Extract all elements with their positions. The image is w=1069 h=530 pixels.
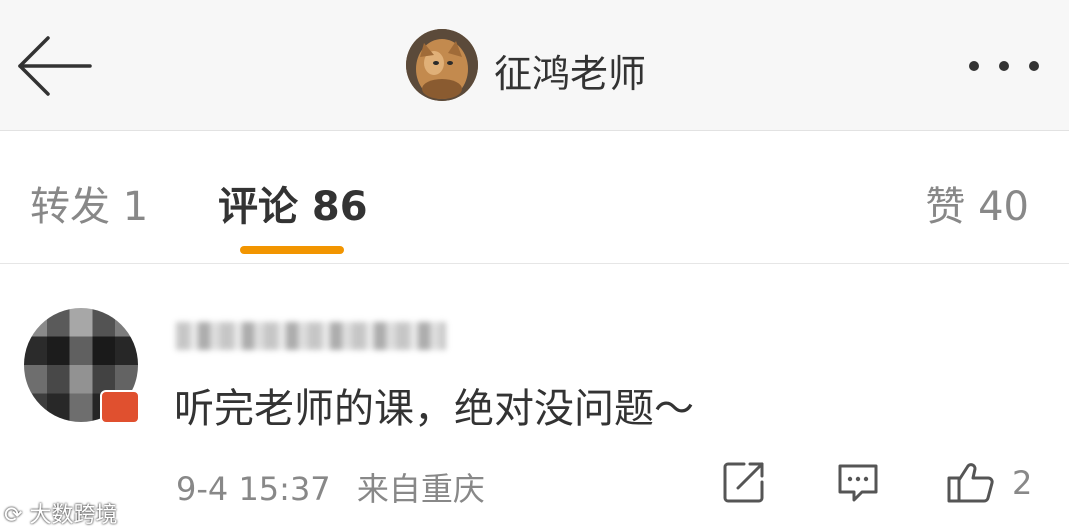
thumbs-up-icon — [947, 463, 994, 503]
active-tab-indicator — [240, 246, 344, 254]
share-edit-icon — [723, 462, 764, 503]
share-button[interactable] — [722, 460, 766, 508]
comment-meta: 9-4 15:37 来自重庆 — [176, 464, 501, 510]
comment-text: 听完老师的课，绝对没问题～ — [174, 386, 694, 432]
tab-reposts[interactable]: 转发 1 — [30, 174, 148, 232]
tab-comments[interactable]: 评论 86 — [218, 174, 368, 232]
comment-date: 9-4 15:37 — [176, 470, 331, 508]
comment-source: 来自重庆 — [356, 470, 485, 508]
more-options-button[interactable] — [962, 48, 1046, 84]
watermark-logo-icon: ⟳ — [4, 503, 30, 528]
page-title: 征鸿老师 — [494, 52, 647, 96]
comment-bubble-icon — [838, 464, 878, 502]
comment-item: 听完老师的课，绝对没问题～ 9-4 15:37 来自重庆 2 — [0, 264, 1069, 530]
watermark-text: 大数跨境 — [29, 503, 118, 528]
tab-bar: 转发 1 评论 86 赞 40 — [0, 131, 1069, 264]
verified-badge-icon — [100, 390, 140, 424]
more-dots-icon — [969, 61, 1039, 71]
comment-like-count: 2 — [1012, 464, 1033, 502]
watermark: ⟳ 大数跨境 — [4, 497, 117, 529]
tab-likes[interactable]: 赞 40 — [925, 174, 1029, 232]
back-arrow-icon — [18, 36, 92, 96]
reply-button[interactable] — [836, 460, 880, 508]
back-button[interactable] — [14, 30, 94, 102]
commenter-username-blurred[interactable] — [176, 322, 446, 350]
user-avatar[interactable] — [406, 29, 478, 101]
top-bar: 征鸿老师 — [0, 0, 1069, 131]
like-button[interactable] — [946, 460, 996, 508]
cat-avatar-image — [406, 29, 478, 101]
